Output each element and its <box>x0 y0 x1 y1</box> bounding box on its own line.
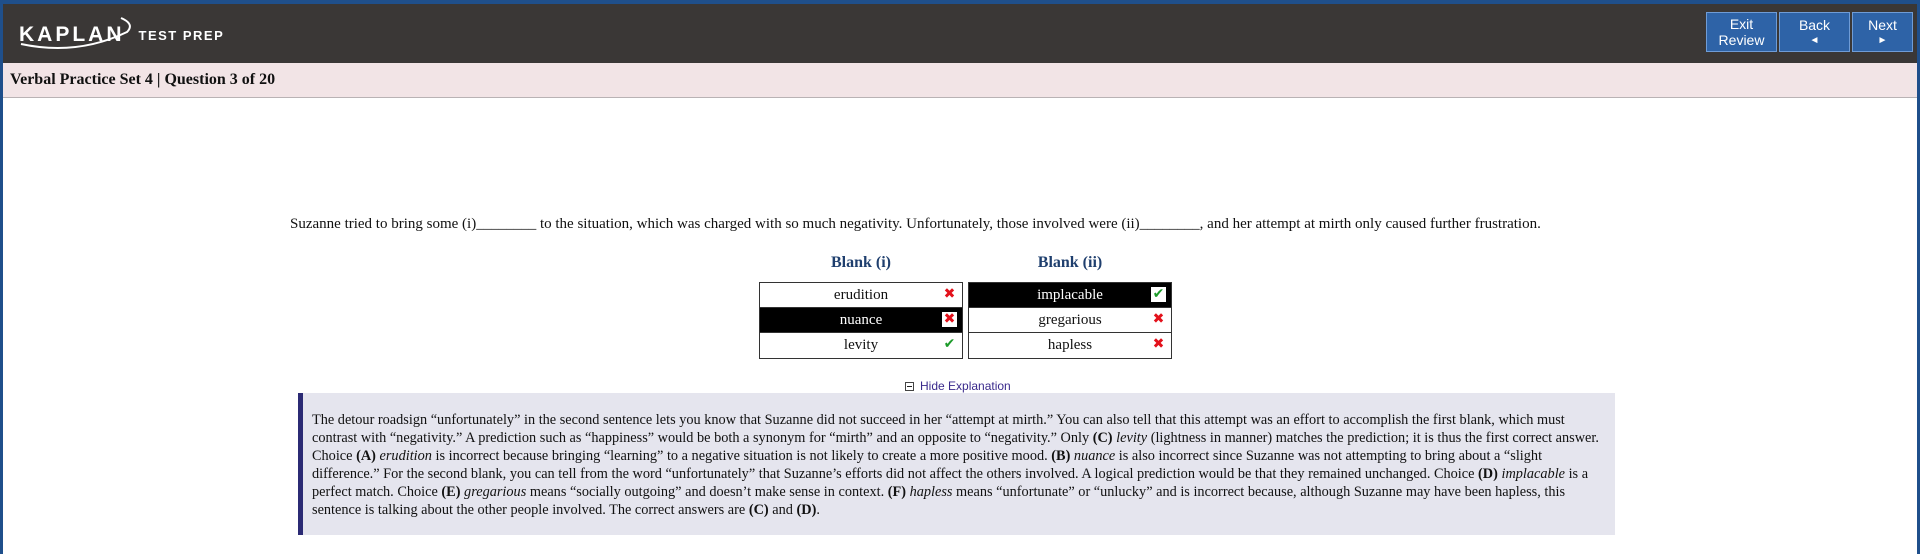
blank-i-choices: erudition ✖ nuance ✖ levity ✔ <box>759 282 963 359</box>
explanation-text: . <box>816 502 820 518</box>
top-bar: KAPLAN TEST PREP Exit Review Back ◄ Next… <box>3 4 1917 63</box>
blank-i-heading: Blank (i) <box>830 254 891 271</box>
answer-choice[interactable]: hapless ✖ <box>969 333 1171 358</box>
back-label: Back <box>1798 17 1831 33</box>
kaplan-logo: KAPLAN TEST PREP <box>19 17 225 52</box>
next-arrow-icon: ► <box>1877 35 1888 46</box>
question-header: Verbal Practice Set 4 | Question 3 of 20 <box>3 63 1917 98</box>
question-stem: Suzanne tried to bring some (i)________ … <box>290 216 1541 232</box>
x-icon: ✖ <box>943 286 956 302</box>
next-label: Next <box>1868 17 1897 33</box>
answer-choice-label: erudition <box>833 286 889 303</box>
x-icon: ✖ <box>942 311 957 327</box>
explanation-text: (B) <box>1051 448 1071 464</box>
explanation-text: (A) <box>356 448 376 464</box>
explanation-text: implacable <box>1501 466 1566 482</box>
answer-choice[interactable]: levity ✔ <box>760 333 962 358</box>
explanation-text: means “socially outgoing” and doesn’t ma… <box>526 484 888 500</box>
answer-choice-label: hapless <box>1047 337 1093 353</box>
hide-explanation-toggle[interactable]: Hide Explanation <box>905 379 1011 393</box>
back-arrow-icon: ◄ <box>1809 35 1820 46</box>
explanation-text: (F) <box>887 484 906 500</box>
collapse-minus-icon <box>905 381 914 391</box>
nav-buttons: Exit Review Back ◄ Next ► <box>1706 12 1913 52</box>
exit-review-button[interactable]: Exit Review <box>1706 12 1777 52</box>
hide-explanation-label: Hide Explanation <box>920 379 1011 393</box>
answer-choice[interactable]: nuance ✖ <box>760 308 962 333</box>
logo-sub-text: TEST PREP <box>138 27 225 43</box>
question-set-title: Verbal Practice Set 4 | Question 3 of 20 <box>10 71 276 88</box>
explanation-text: hapless <box>909 484 953 500</box>
answer-choice-label: nuance <box>839 311 883 328</box>
app-frame: KAPLAN TEST PREP Exit Review Back ◄ Next… <box>0 0 1920 554</box>
explanation-text: (E) <box>441 484 461 500</box>
answer-choice[interactable]: erudition ✖ <box>760 283 962 308</box>
x-icon: ✖ <box>1152 336 1165 352</box>
explanation-text: (C) <box>748 502 769 518</box>
explanation-text: (D) <box>1478 466 1498 482</box>
explanation-text: is incorrect because bringing “learning”… <box>431 448 1052 464</box>
exit-review-label-2: Review <box>1718 32 1765 48</box>
check-icon: ✔ <box>943 336 956 352</box>
explanation-text: and <box>768 502 797 518</box>
answer-choice-label: gregarious <box>1038 311 1102 328</box>
answer-choice[interactable]: gregarious ✖ <box>969 308 1171 333</box>
logo-swoosh-icon <box>20 17 131 49</box>
answer-choice[interactable]: implacable ✔ <box>969 283 1171 308</box>
next-button[interactable]: Next ► <box>1852 12 1913 52</box>
back-button[interactable]: Back ◄ <box>1779 12 1850 52</box>
explanation-text: levity <box>1116 430 1148 446</box>
explanation-text: erudition <box>379 448 432 464</box>
answer-choice-label: implacable <box>1037 286 1103 303</box>
explanation-text: (C) <box>1092 430 1113 446</box>
x-icon: ✖ <box>1152 311 1165 327</box>
exit-review-label-1: Exit <box>1729 16 1754 32</box>
check-icon: ✔ <box>1151 286 1166 302</box>
explanation-text: gregarious <box>464 484 527 500</box>
explanation-panel: The detour roadsign “unfortunately” in t… <box>298 393 1615 535</box>
blank-ii-choices: implacable ✔ gregarious ✖ hapless ✖ <box>968 282 1172 359</box>
blank-ii-heading: Blank (ii) <box>1037 254 1103 271</box>
explanation-text: nuance <box>1073 448 1116 464</box>
explanation-text: (D) <box>796 502 817 518</box>
answer-choice-label: levity <box>843 337 879 353</box>
